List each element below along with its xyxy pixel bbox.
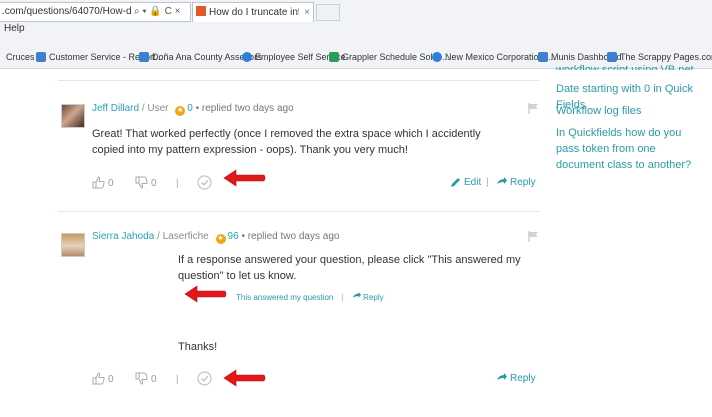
inner-reply-link[interactable]: Reply — [363, 293, 383, 302]
thanks-text: Thanks! — [178, 341, 218, 353]
reply-post: Jeff Dillard / User ★ 0 • replied two day… — [0, 100, 540, 210]
grappler-icon — [329, 52, 339, 62]
author-role: / Laserfiche — [157, 231, 209, 242]
flag-icon[interactable] — [528, 103, 539, 114]
annotation-arrow-icon — [184, 285, 227, 303]
author-role: / User — [141, 103, 169, 114]
like-count: 0 — [108, 374, 114, 385]
address-controls[interactable]: ⌕ ▾ 🔒 C × — [134, 3, 180, 21]
reply-meta: Jeff Dillard / User ★ 0 • replied two day… — [92, 103, 294, 116]
related-question-link[interactable]: Workflow log files — [556, 103, 641, 119]
like-count: 0 — [108, 178, 114, 189]
reply-link[interactable]: Reply — [510, 373, 536, 384]
thumbs-down-icon[interactable] — [135, 372, 148, 385]
reply-post: Sierra Jahoda / Laserfiche ★ 96 • replied… — [0, 228, 540, 398]
star-icon: ★ — [215, 234, 226, 244]
thumbs-up-icon[interactable] — [92, 176, 105, 189]
page-icon — [36, 52, 46, 62]
flag-icon[interactable] — [528, 231, 539, 242]
menu-bar: Help — [0, 22, 712, 38]
separator: | — [176, 374, 179, 385]
answer-check-icon[interactable] — [197, 371, 212, 386]
reply-body: Great! That worked perfectly (once I rem… — [92, 128, 481, 156]
address-url[interactable]: .com/questions/64070/How-do-I-truncate-i… — [0, 3, 132, 21]
site-favicon-icon — [196, 6, 206, 16]
reply-meta: Sierra Jahoda / Laserfiche ★ 96 • replied… — [92, 231, 339, 244]
separator: | — [176, 178, 179, 189]
separator: | — [486, 177, 489, 188]
reputation-score: 96 — [227, 231, 239, 242]
star-icon: ★ — [175, 106, 186, 116]
address-bar[interactable]: .com/questions/64070/How-do-I-truncate-i… — [0, 2, 191, 22]
annotation-arrow-icon — [223, 169, 266, 187]
reply-time: • replied two days ago — [241, 231, 340, 242]
author-name[interactable]: Jeff Dillard — [92, 103, 139, 114]
browser-tab[interactable]: How do I truncate informat... × — [192, 2, 314, 22]
answer-check-icon[interactable] — [197, 175, 212, 190]
reply-arrow-icon[interactable] — [352, 292, 361, 301]
related-question-link[interactable]: In Quickfields how do you pass token fro… — [556, 125, 706, 173]
browser-chrome: .com/questions/64070/How-do-I-truncate-i… — [0, 0, 712, 69]
avatar[interactable] — [61, 104, 85, 128]
divider — [58, 80, 540, 81]
annotation-arrow-icon — [223, 369, 266, 387]
favorite-item[interactable]: Cruces — [6, 49, 35, 65]
dislike-count: 0 — [151, 178, 157, 189]
related-question-link[interactable]: workflow script using VB.net — [556, 62, 694, 70]
reply-body: If a response answered your question, pl… — [178, 254, 521, 282]
ie-icon — [242, 52, 252, 62]
reply-arrow-icon[interactable] — [496, 177, 507, 188]
page-icon — [607, 52, 617, 62]
reply-time: • replied two days ago — [195, 103, 294, 114]
dislike-count: 0 — [151, 374, 157, 385]
edit-link[interactable]: Edit — [464, 177, 481, 188]
menu-help[interactable]: Help — [4, 23, 25, 34]
tab-title: How do I truncate informat... — [209, 7, 299, 18]
separator: | — [341, 293, 344, 302]
favorite-item[interactable]: New Mexico Corporations... — [432, 49, 556, 65]
ie-icon — [432, 52, 442, 62]
reputation-score: 0 — [187, 103, 193, 114]
page-icon — [538, 52, 548, 62]
author-name[interactable]: Sierra Jahoda — [92, 231, 154, 242]
thumbs-up-icon[interactable] — [92, 372, 105, 385]
site-icon — [139, 52, 149, 62]
answered-question-link[interactable]: This answered my question — [236, 293, 333, 302]
divider — [58, 211, 540, 212]
thumbs-down-icon[interactable] — [135, 176, 148, 189]
edit-pencil-icon[interactable] — [450, 177, 461, 188]
reply-arrow-icon[interactable] — [496, 373, 507, 384]
inner-actions: This answered my question | Reply — [236, 292, 384, 302]
avatar[interactable] — [61, 233, 85, 257]
reply-link[interactable]: Reply — [510, 177, 536, 188]
new-tab-button[interactable] — [316, 4, 340, 21]
tab-close-icon[interactable]: × — [304, 3, 310, 22]
